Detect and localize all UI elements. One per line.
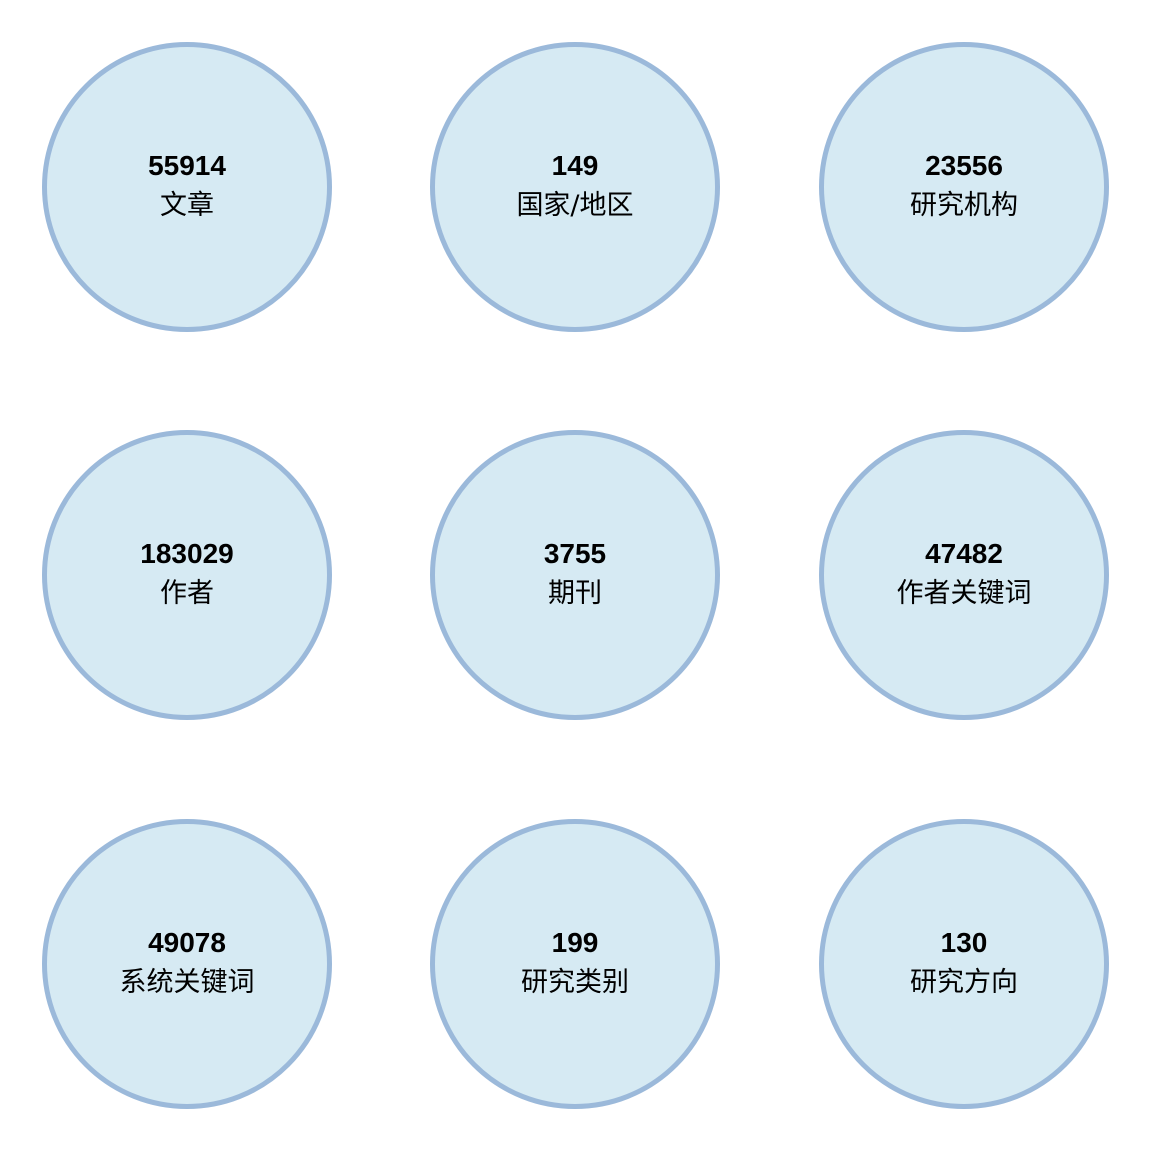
stats-grid: 55914 文章 149 国家/地区 23556 研究机构 183029 作者 … [0,0,1152,1152]
stat-label: 研究类别 [521,967,629,998]
stat-label: 系统关键词 [119,967,255,998]
stat-value: 130 [940,927,988,958]
stat-bubble-countries: 149 国家/地区 [430,42,720,332]
stat-value: 49078 [148,927,226,958]
stat-label: 文章 [160,190,214,221]
stat-value: 199 [551,927,599,958]
stat-value: 183029 [140,538,234,569]
stat-label: 期刊 [548,578,602,609]
stat-bubble-articles: 55914 文章 [42,42,332,332]
stat-label: 研究机构 [910,190,1018,221]
stat-bubble-authors: 183029 作者 [42,430,332,720]
stat-bubble-research-areas: 130 研究方向 [819,819,1109,1109]
stat-bubble-journals: 3755 期刊 [430,430,720,720]
stat-label: 作者关键词 [896,578,1032,609]
stat-value: 149 [551,150,599,181]
stat-bubble-research-categories: 199 研究类别 [430,819,720,1109]
stat-label: 研究方向 [910,967,1018,998]
stat-value: 55914 [148,150,226,181]
stat-value: 47482 [925,538,1003,569]
stat-value: 23556 [925,150,1003,181]
stat-label: 国家/地区 [516,190,634,221]
stat-bubble-institutions: 23556 研究机构 [819,42,1109,332]
stat-bubble-author-keywords: 47482 作者关键词 [819,430,1109,720]
stat-bubble-system-keywords: 49078 系统关键词 [42,819,332,1109]
stat-value: 3755 [543,538,607,569]
stat-label: 作者 [160,578,214,609]
